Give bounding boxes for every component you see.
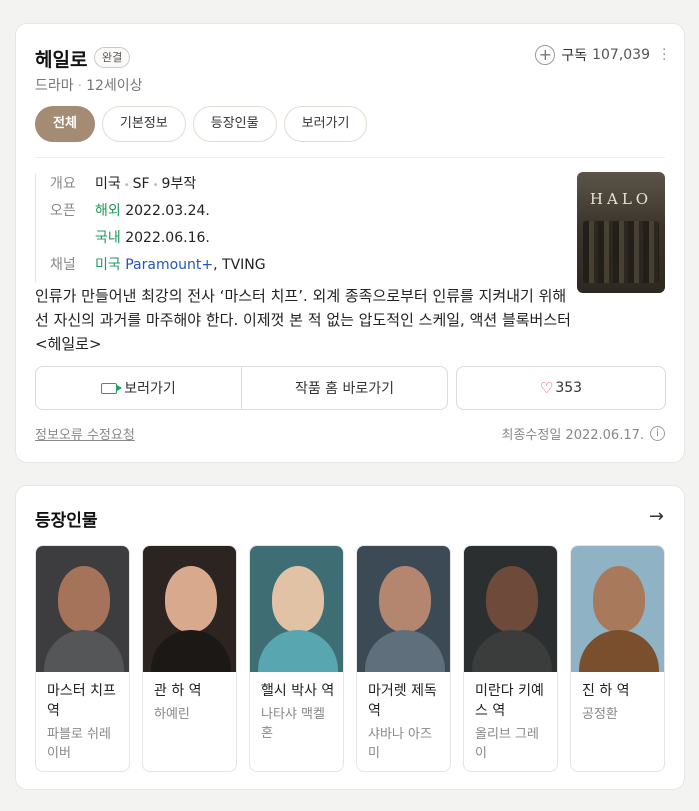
- info-list: 개요 미국 • SF • 9부작 오픈 해외 2022.03.24. 국내 2022.0…: [35, 174, 555, 282]
- subscribe-count: 107,039: [592, 47, 650, 63]
- poster-image[interactable]: HALO: [577, 172, 665, 293]
- video-icon: [101, 382, 123, 394]
- tab-basic-info[interactable]: 기본정보: [101, 106, 186, 142]
- show-info-card: 헤일로 완결 드라마 · 12세이상 + 구독 107,039 · · · 전체 기본정…: [15, 23, 685, 463]
- role-name: 마스터 치프 역: [47, 683, 116, 719]
- actor-name: 공정환: [582, 707, 618, 722]
- tab-all[interactable]: 전체: [35, 106, 95, 142]
- watch-button[interactable]: 보러가기: [36, 367, 241, 409]
- cast-member[interactable]: 마스터 치프 역 파블로 쉬레이버: [35, 545, 130, 772]
- country-value: 미국: [95, 176, 121, 192]
- tab-watch[interactable]: 보러가기: [283, 106, 368, 142]
- overseas-date: 2022.03.24.: [125, 203, 210, 219]
- role-name: 미란다 키예스 역: [475, 683, 544, 719]
- last-updated: 최종수정일 2022.06.17. i: [502, 424, 665, 443]
- synopsis: 인류가 만들어낸 최강의 전사 ‘마스터 치프’. 외계 종족으로부터 인류를 …: [35, 287, 571, 353]
- cast-member[interactable]: 마거렛 제독 역 샤바나 아즈미: [356, 545, 451, 772]
- cast-list: 마스터 치프 역 파블로 쉬레이버 관 하 역 하예린 핼시 박사 역 나타샤 …: [35, 545, 665, 772]
- actor-name: 샤바나 아즈미: [368, 727, 432, 761]
- cast-photo: [464, 546, 557, 672]
- role-name: 진 하 역: [582, 683, 630, 699]
- channel-extra: , TVING: [213, 257, 266, 273]
- actor-name: 파블로 쉬레이버: [47, 727, 111, 761]
- heart-icon: ♡: [539, 379, 554, 397]
- tab-bar: 전체 기본정보 등장인물 보러가기: [35, 106, 368, 142]
- divider: [35, 157, 665, 158]
- cast-photo: [250, 546, 343, 672]
- show-title[interactable]: 헤일로: [35, 45, 87, 72]
- cast-member[interactable]: 관 하 역 하예린: [142, 545, 237, 772]
- open-overseas-row: 오픈 해외 2022.03.24.: [50, 201, 555, 228]
- subscribe-label: 구독: [561, 48, 588, 64]
- channel-row: 채널 미국 Paramount+, TVING: [50, 255, 555, 282]
- actor-name: 올리브 그레이: [475, 727, 539, 761]
- status-badge: 완결: [94, 47, 131, 68]
- role-name: 핼시 박사 역: [261, 683, 335, 699]
- plus-icon: +: [535, 45, 556, 65]
- cast-member[interactable]: 핼시 박사 역 나타샤 맥켈혼: [249, 545, 344, 772]
- cast-photo: [571, 546, 664, 672]
- show-meta: 드라마 · 12세이상: [35, 78, 143, 94]
- channel-country: 미국: [95, 257, 121, 273]
- genre-value: SF: [132, 176, 150, 192]
- actor-name: 하예린: [154, 707, 190, 722]
- channel-link-paramount[interactable]: Paramount+: [125, 257, 213, 273]
- domestic-date: 2022.06.16.: [125, 230, 210, 246]
- episodes-value: 9부작: [161, 176, 197, 192]
- domestic-label: 국내: [95, 230, 121, 246]
- cast-section-title[interactable]: 등장인물: [35, 506, 98, 531]
- role-name: 관 하 역: [154, 683, 202, 699]
- arrow-right-icon[interactable]: →: [649, 506, 664, 527]
- open-domestic-row: 국내 2022.06.16.: [50, 228, 555, 255]
- open-label: 오픈: [50, 203, 76, 219]
- cast-member[interactable]: 진 하 역 공정환: [570, 545, 665, 772]
- show-home-button[interactable]: 작품 홈 바로가기: [241, 367, 447, 409]
- action-bar: 보러가기 작품 홈 바로가기 ♡ 353: [35, 366, 666, 410]
- cast-card: 등장인물 → 마스터 치프 역 파블로 쉬레이버 관 하 역 하예린 핼시 박사…: [15, 485, 685, 790]
- like-button[interactable]: ♡ 353: [456, 366, 666, 410]
- actor-name: 나타샤 맥켈혼: [261, 707, 325, 741]
- subscribe-button[interactable]: + 구독 107,039: [535, 45, 650, 65]
- more-options-icon[interactable]: · · ·: [662, 43, 666, 67]
- channel-label: 채널: [50, 257, 76, 273]
- overview-row: 개요 미국 • SF • 9부작: [50, 174, 555, 201]
- cast-member[interactable]: 미란다 키예스 역 올리브 그레이: [463, 545, 558, 772]
- rating-label: 12세이상: [86, 78, 143, 94]
- cast-photo: [143, 546, 236, 672]
- cast-photo: [357, 546, 450, 672]
- tab-characters[interactable]: 등장인물: [192, 106, 277, 142]
- overview-label: 개요: [50, 176, 76, 192]
- report-error-link[interactable]: 정보오류 수정요청: [35, 424, 135, 443]
- poster-logo: HALO: [589, 190, 653, 208]
- overseas-label: 해외: [95, 203, 121, 219]
- like-count: 353: [555, 380, 583, 396]
- genre-label: 드라마: [35, 78, 74, 94]
- role-name: 마거렛 제독 역: [368, 683, 437, 719]
- cast-photo: [36, 546, 129, 672]
- info-icon[interactable]: i: [650, 426, 665, 441]
